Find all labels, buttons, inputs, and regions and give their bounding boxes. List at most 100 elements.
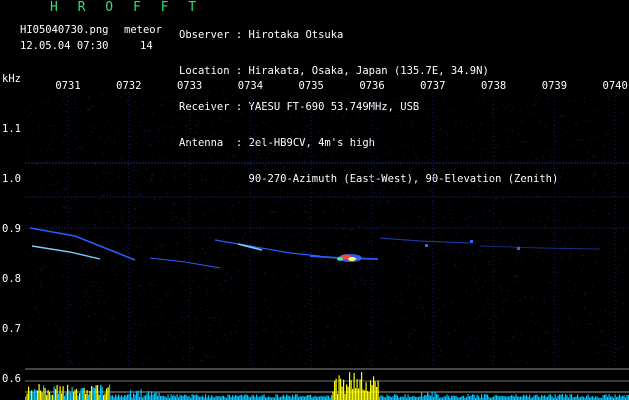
echo-power-bar — [103, 395, 105, 400]
echo-power-bar — [59, 386, 61, 400]
echo-power-bar — [445, 396, 447, 400]
echo-power-bar — [359, 379, 361, 400]
echo-power-bar — [121, 395, 123, 400]
echo-power-bar — [244, 394, 246, 400]
echo-power-bar — [341, 386, 343, 400]
echo-power-bar — [623, 395, 625, 400]
echo-power-bar — [80, 388, 82, 400]
echo-power-bar — [314, 395, 316, 400]
meteor-head-core — [337, 257, 343, 261]
echo-power-bar — [110, 395, 112, 400]
echo-power-bar — [533, 395, 535, 400]
echo-power-bar — [461, 395, 463, 400]
echo-power-bar — [83, 387, 85, 400]
echo-power-bar — [592, 396, 594, 400]
echo-power-bar — [163, 395, 165, 400]
echo-power-bar — [434, 392, 436, 400]
echo-power-bar — [140, 389, 142, 400]
echo-power-bar — [452, 395, 454, 400]
echo-power-bar — [538, 396, 540, 400]
meteor-trace — [379, 237, 471, 244]
echo-power-bar — [253, 395, 255, 400]
echo-power-bar — [376, 386, 378, 400]
echo-power-bar — [194, 395, 196, 400]
echo-power-bar — [536, 394, 538, 400]
echo-power-bar — [473, 394, 475, 400]
echo-power-bar — [53, 386, 55, 400]
echo-power-bar — [617, 396, 619, 400]
echo-power-bar — [74, 389, 76, 400]
echo-power-bar — [349, 372, 351, 400]
echo-power-bar — [34, 389, 36, 400]
echo-power-bar — [505, 396, 507, 400]
echo-power-bar — [232, 395, 234, 400]
echo-power-bar — [25, 396, 27, 400]
echo-power-bar — [602, 395, 604, 400]
echo-power-bar — [463, 395, 465, 400]
frequency-tick: 0.7 — [2, 323, 21, 335]
echo-power-bar — [526, 395, 528, 400]
echo-power-bar — [152, 394, 154, 400]
echo-power-bar — [223, 395, 225, 400]
echo-power-bar — [167, 394, 169, 400]
echo-power-bar — [112, 395, 114, 400]
echo-blip — [425, 244, 428, 247]
echo-power-bar — [37, 390, 39, 400]
echo-power-bar — [428, 394, 430, 400]
time-tick: 0740 — [602, 80, 628, 92]
echo-power-bar — [94, 388, 96, 400]
echo-power-bar — [529, 394, 531, 400]
echo-power-bar — [101, 386, 103, 400]
echo-power-bar — [523, 394, 525, 400]
echo-power-bar — [58, 393, 60, 400]
echo-power-bar — [31, 390, 33, 400]
echo-power-bar — [370, 380, 372, 400]
echo-power-bar — [427, 392, 429, 400]
echo-power-bar — [215, 395, 217, 400]
time-tick: 0738 — [480, 80, 507, 92]
echo-power-bar — [419, 396, 421, 400]
echo-power-bar — [241, 394, 243, 400]
echo-power-bar — [155, 392, 157, 400]
echo-power-bar — [61, 393, 63, 400]
echo-power-bar — [350, 380, 352, 400]
frequency-tick: 0.8 — [2, 273, 21, 285]
echo-power-bar — [40, 390, 42, 400]
echo-power-bar — [173, 394, 175, 400]
echo-power-bar — [506, 396, 508, 400]
hrofft-window: H R O F F T HI05040730.png meteor 12.05.… — [0, 0, 629, 400]
echo-power-bar — [587, 394, 589, 400]
echo-power-bar — [514, 396, 516, 400]
echo-power-bar — [332, 391, 334, 400]
echo-power-bar — [245, 394, 247, 400]
echo-power-bar — [283, 394, 285, 400]
echo-power-bar — [200, 396, 202, 400]
echo-power-bar — [334, 381, 336, 400]
echo-power-bar — [106, 388, 108, 400]
echo-power-bar — [361, 372, 363, 400]
echo-power-bar — [193, 395, 195, 400]
echo-power-bar — [395, 394, 397, 400]
echo-power-bar — [373, 376, 375, 400]
echo-power-bar — [386, 394, 388, 400]
echo-power-bar — [98, 394, 100, 400]
echo-power-bar — [509, 396, 511, 400]
time-tick: 0739 — [541, 80, 568, 92]
echo-power-bar — [137, 390, 139, 400]
echo-power-bar — [352, 388, 354, 400]
echo-power-bar — [401, 396, 403, 400]
echo-power-bar — [451, 395, 453, 400]
echo-power-bar — [485, 394, 487, 400]
echo-power-bar — [77, 395, 79, 400]
echo-power-bar — [71, 386, 73, 400]
echo-power-bar — [421, 392, 423, 400]
echo-power-bar — [301, 396, 303, 400]
echo-power-bar — [35, 390, 37, 400]
time-tick: 0735 — [298, 80, 324, 92]
echo-power-bar — [614, 394, 616, 400]
echo-power-bar — [470, 395, 472, 400]
echo-power-bar — [181, 395, 183, 400]
echo-power-bar — [256, 394, 258, 400]
echo-power-bar — [64, 395, 66, 400]
echo-power-bar — [68, 390, 70, 400]
